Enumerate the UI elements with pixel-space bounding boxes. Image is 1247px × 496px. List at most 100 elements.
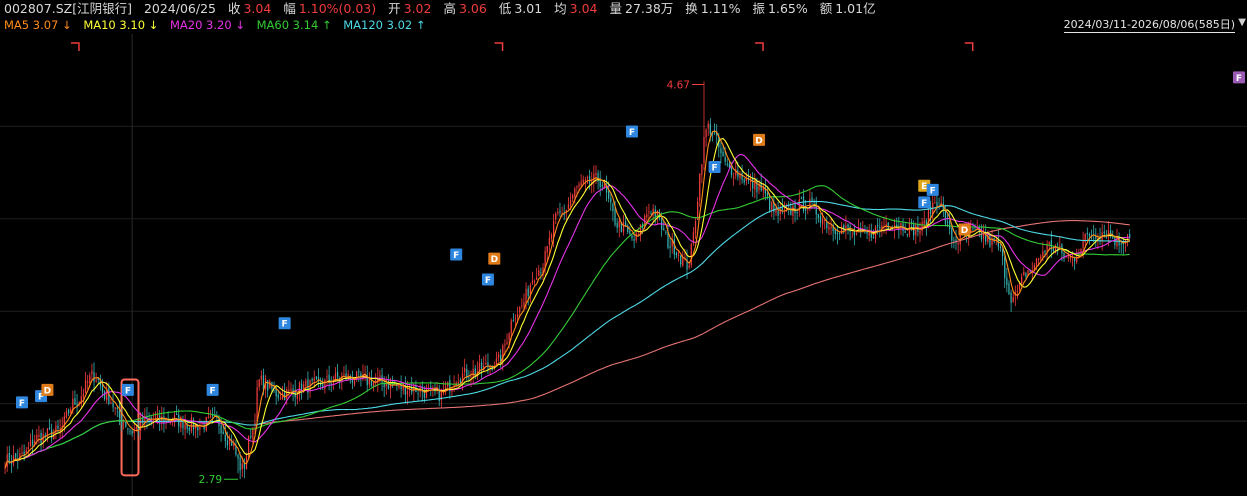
date-range-label[interactable]: 2024/03/11-2026/08/06(585日): [1063, 18, 1235, 33]
candle-body: [430, 386, 432, 388]
candle-body: [1010, 292, 1012, 303]
candle-body: [915, 225, 917, 236]
candle-body: [1006, 277, 1008, 285]
candle-body: [1044, 251, 1046, 253]
candle-body: [65, 411, 68, 419]
candle-body: [646, 214, 648, 218]
candle-body: [470, 376, 472, 378]
candle-body: [756, 179, 758, 193]
candle-body: [703, 137, 705, 164]
candle-body: [1001, 249, 1004, 257]
candle-body: [120, 415, 123, 424]
candle-body: [650, 212, 652, 214]
ma60-legend[interactable]: MA60 3.14 ↑: [257, 18, 332, 32]
candle-body: [1073, 257, 1076, 261]
candle-body: [559, 210, 561, 213]
candle-body: [720, 148, 722, 154]
period-mark: [755, 42, 764, 51]
candle-body: [48, 427, 51, 430]
candle-body: [707, 123, 709, 129]
candle-body: [550, 234, 553, 239]
candle-body: [89, 375, 91, 384]
candle-body: [618, 220, 620, 228]
signal-badge: F: [625, 125, 638, 138]
candle-body: [826, 221, 828, 229]
candle-body: [951, 228, 953, 241]
candle-body: [792, 205, 794, 216]
badge-label: F: [711, 163, 717, 173]
candle-body: [296, 395, 298, 399]
candle-body: [209, 416, 212, 418]
candle-body: [830, 226, 832, 229]
candle-body: [921, 222, 923, 232]
badge-label: D: [755, 136, 762, 146]
candle-body: [531, 280, 534, 284]
kline-chart[interactable]: FFD F FFF DFFFDE FFDF 4.672.79: [0, 34, 1247, 496]
candle-body: [385, 383, 387, 387]
candle-body: [23, 451, 25, 455]
candle-body: [131, 430, 133, 435]
candle-body: [1112, 237, 1114, 239]
badge-label: F: [125, 386, 131, 396]
candle-body: [635, 233, 637, 241]
turnover: 换 1.11%: [685, 1, 741, 16]
candle-body: [675, 252, 678, 256]
candle-body: [82, 394, 85, 398]
period-mark: [964, 42, 974, 51]
badge-label: F: [453, 251, 459, 261]
candle-body: [533, 280, 536, 282]
badge-label: E: [921, 182, 927, 192]
candle-body: [877, 225, 879, 227]
badge-label: D: [961, 226, 968, 236]
candle-body: [51, 430, 53, 439]
candle-body: [91, 370, 93, 375]
candle-body: [114, 407, 116, 409]
candle-body: [372, 381, 375, 387]
candle-body: [258, 379, 260, 387]
candle-body: [4, 468, 6, 470]
candle-body: [743, 179, 745, 183]
signal-badge: F: [918, 196, 931, 209]
candle-body: [311, 378, 313, 381]
change-percent: 幅 1.10%(0.03): [283, 1, 377, 16]
candle-body: [614, 209, 616, 225]
candle-body: [1016, 290, 1019, 292]
ma5-legend[interactable]: MA5 3.07 ↓: [4, 18, 72, 32]
chevron-down-icon[interactable]: ▼: [1238, 17, 1246, 28]
candle-body: [406, 390, 409, 395]
quote-date: 2024/06/25: [143, 1, 216, 16]
ma10-line: [7, 137, 1130, 463]
candle-body: [1021, 276, 1023, 284]
signal-badge: D: [958, 223, 971, 236]
signal-badge: F: [926, 183, 939, 196]
candle-body: [599, 179, 601, 187]
candle-body: [584, 179, 587, 182]
candle-body: [336, 371, 339, 378]
candle-body: [999, 246, 1002, 249]
candle-body: [906, 234, 908, 236]
candle-body: [279, 398, 282, 400]
ma10-legend[interactable]: MA10 3.10 ↓: [83, 18, 158, 32]
candle-body: [775, 209, 777, 213]
candle-body: [694, 221, 697, 234]
candle-body: [949, 220, 951, 230]
symbol-name[interactable]: 002807.SZ[江阴银行]: [4, 1, 132, 16]
candle-body: [548, 238, 551, 245]
ma120-legend[interactable]: MA120 3.02 ↑: [343, 18, 425, 32]
candle-body: [819, 215, 822, 223]
signal-badge: F: [708, 160, 721, 173]
candle-body: [872, 237, 875, 239]
candle-body: [724, 157, 726, 162]
candle-body: [572, 194, 574, 199]
candle-body: [821, 218, 824, 225]
candle-body: [521, 305, 523, 307]
ma20-legend[interactable]: MA20 3.20 ↓: [170, 18, 245, 32]
signal-badge: F: [481, 273, 494, 286]
candle-body: [847, 224, 849, 228]
candle-body: [241, 463, 243, 470]
badge-label: F: [485, 276, 491, 286]
candle-body: [188, 427, 190, 431]
candle-body: [379, 375, 381, 377]
candle-body: [648, 211, 650, 213]
candle-body: [555, 213, 557, 220]
